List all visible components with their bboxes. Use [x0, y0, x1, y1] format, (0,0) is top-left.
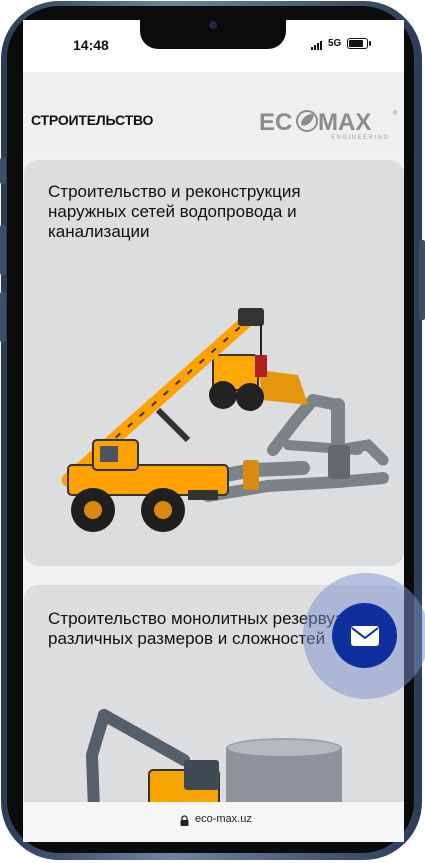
- lock-icon: [180, 815, 189, 826]
- service-card-water-networks[interactable]: Строительство и реконструкция наружных с…: [24, 160, 404, 566]
- contact-mail-button[interactable]: [332, 603, 397, 668]
- power-button: [419, 240, 425, 320]
- svg-text:®: ®: [393, 110, 398, 117]
- volume-up-button: [0, 225, 6, 275]
- battery-icon: [347, 38, 368, 49]
- url-text[interactable]: eco-max.uz: [195, 813, 252, 825]
- signal-bars-icon: [311, 41, 322, 50]
- front-camera: [209, 21, 217, 29]
- ecomax-logo[interactable]: EC MAX ® ENGINEERING: [259, 106, 399, 146]
- site-header: СТРОИТЕЛЬСТВО EC MAX ® ENGINEERING: [23, 72, 404, 152]
- status-time: 14:48: [73, 37, 109, 53]
- card-title: Строительство и реконструкция наружных с…: [48, 182, 301, 241]
- svg-text:EC: EC: [259, 109, 292, 136]
- mute-switch: [0, 158, 6, 184]
- svg-text:ENGINEERING: ENGINEERING: [331, 135, 390, 141]
- envelope-icon: [350, 625, 379, 646]
- network-type: 5G: [328, 38, 342, 49]
- svg-text:MAX: MAX: [318, 109, 371, 136]
- page-title: СТРОИТЕЛЬСТВО: [31, 112, 154, 128]
- volume-down-button: [0, 292, 6, 342]
- browser-url-bar[interactable]: eco-max.uz: [23, 802, 404, 842]
- crane-and-pipes-illustration: [61, 308, 389, 532]
